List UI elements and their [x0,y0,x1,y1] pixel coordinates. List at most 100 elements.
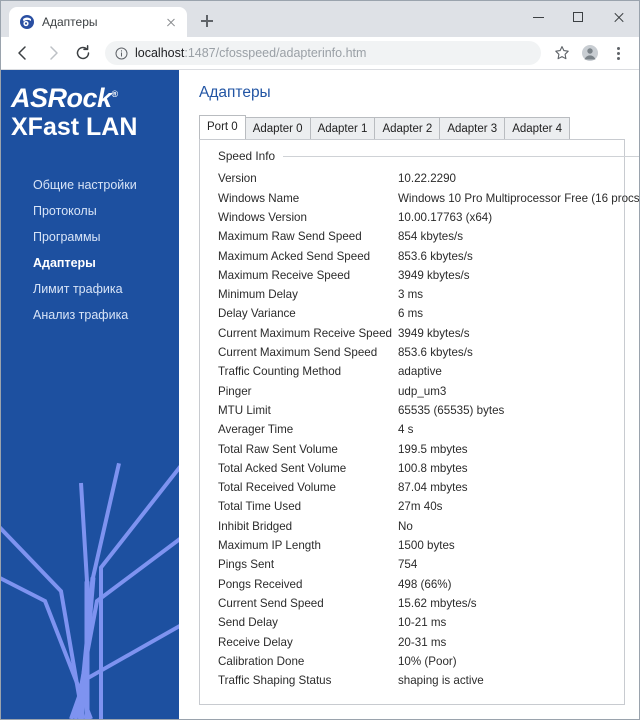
browser-tabstrip: Адаптеры [1,1,221,37]
sidebar-item-traffic-analysis[interactable]: Анализ трафика [1,302,179,328]
table-row: Maximum Raw Send Speed 854 kbytes/s [218,227,639,246]
new-tab-button[interactable] [193,7,221,35]
row-label: Pings Sent [218,558,275,572]
table-row: MTU Limit 65535 (65535) bytes [218,401,639,420]
row-label: Current Maximum Receive Speed [218,326,392,340]
address-bar-url: localhost:1487/cfosspeed/adapterinfo.htm [135,46,366,60]
row-value: 6 ms [397,307,424,321]
tab-adapter-1[interactable]: Adapter 1 [309,117,376,141]
row-value: adaptive [397,365,442,379]
info-circle-icon[interactable] [115,47,128,60]
row-label: Pongs Received [218,577,303,591]
row-label: Maximum Receive Speed [218,268,351,282]
browser-tab[interactable]: Адаптеры [9,7,187,37]
speed-info-table-body: Version 10.22.2290 Windows Name Windows 10… [218,169,639,690]
sidebar-item-adapters[interactable]: Адаптеры [1,250,179,276]
row-value: 3949 kbytes/s [397,268,470,282]
back-arrow-icon[interactable] [9,39,37,67]
row-label: Receive Delay [218,635,293,649]
brand-asrock-text: ASRock [11,83,112,113]
table-row: Delay Variance 6 ms [218,304,639,323]
tab-adapter-0[interactable]: Adapter 0 [244,117,311,141]
row-label: Total Acked Sent Volume [218,461,347,475]
table-row: Total Time Used 27m 40s [218,497,639,516]
forward-arrow-icon[interactable] [39,39,67,67]
tab-close-icon[interactable] [163,14,179,30]
profile-avatar-icon[interactable] [577,40,603,66]
row-value: shaping is active [397,674,484,688]
star-icon[interactable] [549,40,575,66]
three-dot-menu-icon[interactable] [605,40,631,66]
row-label: Total Time Used [218,500,302,514]
table-row: Traffic Counting Method adaptive [218,362,639,381]
table-row: Current Maximum Send Speed 853.6 kbytes/s [218,343,639,362]
row-value: 27m 40s [397,500,443,514]
tab-adapter-3[interactable]: Adapter 3 [439,117,506,141]
row-value: 1500 bytes [397,539,455,553]
row-label: Minimum Delay [218,288,298,302]
row-label: Total Received Volume [218,481,336,495]
table-row: Windows Version 10.00.17763 (x64) [218,208,639,227]
brand-asrock: ASRock® [11,84,179,112]
row-value: 10% (Poor) [397,654,457,668]
table-row: Receive Delay 20-31 ms [218,633,639,652]
table-row: Maximum Acked Send Speed 853.6 kbytes/s [218,247,639,266]
app-sidebar: ASRock® XFast LAN Общие настройки Проток… [1,70,179,719]
maximize-icon[interactable] [559,1,599,33]
sidebar-item-protocols[interactable]: Протоколы [1,198,179,224]
table-row: Minimum Delay 3 ms [218,285,639,304]
toolbar-actions [549,40,631,66]
row-value: 10-21 ms [397,616,447,630]
row-value: No [397,519,413,533]
row-label: Maximum IP Length [218,539,321,553]
table-row: Pinger udp_um3 [218,382,639,401]
adapter-info-panel: Speed Info Version 10.22.2290 Windows Nam… [199,139,639,706]
url-path: :1487/cfosspeed/adapterinfo.htm [184,46,367,60]
page-title: Адаптеры [199,84,271,101]
sidebar-item-general-settings[interactable]: Общие настройки [1,172,179,198]
row-value: 754 [397,558,418,572]
row-value: 3 ms [397,288,424,302]
table-row: Maximum Receive Speed 3949 kbytes/s [218,266,639,285]
row-label: Inhibit Bridged [218,519,293,533]
address-bar[interactable]: localhost:1487/cfosspeed/adapterinfo.htm [105,41,541,65]
row-value: 10.22.2290 [397,172,457,186]
table-row: Current Send Speed 15.62 mbytes/s [218,594,639,613]
row-value: 20-31 ms [397,635,447,649]
row-value: 854 kbytes/s [397,230,464,244]
table-row: Total Acked Sent Volume 100.8 mbytes [218,459,639,478]
row-value: udp_um3 [397,384,447,398]
tab-port-0[interactable]: Port 0 [199,115,246,140]
table-row: Maximum IP Length 1500 bytes [218,536,639,555]
cfosspeed-favicon [19,14,35,30]
table-row: Send Delay 10-21 ms [218,613,639,632]
row-value: 853.6 kbytes/s [397,249,473,263]
row-label: Version [218,172,257,186]
circuit-trace-decoration [1,462,179,719]
row-label: Windows Name [218,191,300,205]
row-label: Traffic Shaping Status [218,674,332,688]
row-value: 853.6 kbytes/s [397,346,473,360]
sidebar-item-programs[interactable]: Программы [1,224,179,250]
legend-divider [283,155,639,157]
browser-titlebar: Адаптеры [1,1,639,37]
table-row: Calibration Done 10% (Poor) [218,652,639,671]
speed-info-legend: Speed Info [214,140,639,169]
reload-icon[interactable] [69,39,97,67]
row-label: Calibration Done [218,654,305,668]
table-row: Inhibit Bridged No [218,517,639,536]
tab-adapter-2[interactable]: Adapter 2 [374,117,441,141]
table-row: Total Received Volume 87.04 mbytes [218,478,639,497]
sidebar-menu: Общие настройки Протоколы Программы Адап… [1,172,179,328]
speed-info-table: Version 10.22.2290 Windows Name Windows 10… [218,169,639,690]
tab-adapter-4[interactable]: Adapter 4 [504,117,571,141]
row-label: Maximum Raw Send Speed [218,230,362,244]
sidebar-item-traffic-limit[interactable]: Лимит трафика [1,276,179,302]
minimize-icon[interactable] [519,1,559,33]
row-label: Maximum Acked Send Speed [218,249,371,263]
adapter-tabs: Port 0 Adapter 0 Adapter 1 Adapter 2 Ada… [199,115,625,141]
close-icon[interactable] [599,1,639,33]
speed-info-legend-label: Speed Info [218,149,276,164]
brand-xfast-lan: XFast LAN [11,113,138,142]
main-content: Адаптеры Port 0 Adapter 0 Adapter 1 Adap… [179,70,639,719]
